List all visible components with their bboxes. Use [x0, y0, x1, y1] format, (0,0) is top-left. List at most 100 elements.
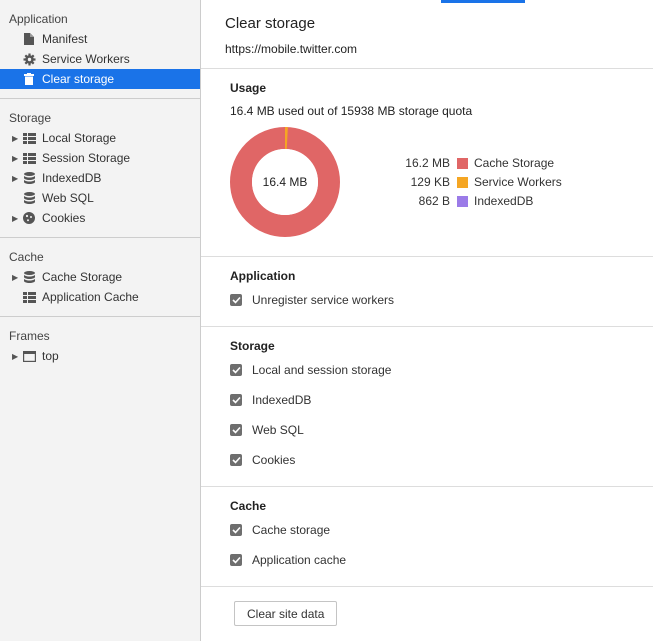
legend-size: 16.2 MB	[405, 156, 450, 170]
sidebar: Application Manifest Service Workers Cle…	[0, 0, 201, 641]
sidebar-item-label: Session Storage	[42, 151, 131, 165]
usage-legend: 16.2 MB Cache Storage 129 KB Service Wor…	[392, 154, 562, 211]
cache-heading: Cache	[230, 499, 267, 513]
sidebar-item-service-workers[interactable]: Service Workers	[0, 49, 200, 69]
grid-icon	[22, 131, 36, 145]
checkbox[interactable]	[230, 524, 242, 536]
database-icon	[22, 270, 36, 284]
legend-size: 862 B	[418, 194, 450, 208]
sidebar-heading-storage: Storage	[9, 111, 52, 125]
sidebar-item-label: Application Cache	[42, 290, 139, 304]
sidebar-section-storage: Storage ▶ Local Storage ▶ Session Storag…	[0, 108, 200, 238]
usage-section: Usage 16.4 MB used out of 15938 MB stora…	[201, 69, 653, 257]
expand-arrow-icon[interactable]: ▶	[12, 174, 22, 183]
expand-arrow-icon[interactable]: ▶	[12, 154, 22, 163]
checkbox[interactable]	[230, 554, 242, 566]
application-section: Application Unregister service workers	[201, 257, 653, 327]
sidebar-item-web-sql[interactable]: Web SQL	[0, 188, 200, 208]
checkbox-label: Web SQL	[252, 423, 304, 437]
sidebar-item-label: Service Workers	[42, 52, 130, 66]
sidebar-item-label: Clear storage	[42, 72, 115, 86]
sidebar-item-cookies[interactable]: ▶ Cookies	[0, 208, 200, 228]
checkbox-label: Cache storage	[252, 523, 331, 537]
sidebar-item-manifest[interactable]: Manifest	[0, 29, 200, 49]
legend-swatch	[457, 195, 468, 207]
sidebar-section-application: Application Manifest Service Workers Cle…	[0, 9, 200, 99]
legend-name: IndexedDB	[474, 194, 534, 208]
checkbox[interactable]	[230, 394, 242, 406]
checkbox-label: Local and session storage	[252, 363, 392, 377]
sidebar-item-label: Local Storage	[42, 131, 117, 145]
origin-url: https://mobile.twitter.com	[225, 42, 358, 56]
file-icon	[22, 32, 36, 46]
checkbox-label: IndexedDB	[252, 393, 312, 407]
sidebar-item-top-frame[interactable]: ▶ top	[0, 346, 200, 366]
database-icon	[22, 171, 36, 185]
page-title: Clear storage	[225, 15, 316, 32]
expand-arrow-icon[interactable]: ▶	[12, 273, 22, 282]
legend-name: Service Workers	[474, 175, 562, 189]
cookie-icon	[22, 211, 36, 225]
expand-arrow-icon[interactable]: ▶	[12, 352, 22, 361]
legend-swatch	[457, 176, 468, 188]
usage-donut-chart: 16.4 MB	[230, 126, 340, 237]
usage-body: 16.4 MB 16.2 MB Cache Storage 129 KB Ser…	[230, 126, 624, 237]
usage-heading: Usage	[230, 81, 267, 95]
checkbox-web-sql[interactable]: Web SQL	[230, 415, 624, 445]
sidebar-section-cache: Cache ▶ Cache Storage Application Cache	[0, 247, 200, 317]
quota-text: 16.4 MB used out of 15938 MB storage quo…	[230, 104, 473, 118]
checkbox-label: Application cache	[252, 553, 347, 567]
legend-row-indexeddb: 862 B IndexedDB	[392, 192, 562, 211]
checkbox[interactable]	[230, 364, 242, 376]
storage-section: Storage Local and session storage Indexe…	[201, 327, 653, 487]
grid-icon	[22, 290, 36, 304]
checkbox-unregister-service-workers[interactable]: Unregister service workers	[230, 285, 624, 315]
checkbox[interactable]	[230, 294, 242, 306]
legend-size: 129 KB	[410, 175, 450, 189]
checkbox-indexeddb[interactable]: IndexedDB	[230, 385, 624, 415]
clear-site-data-button[interactable]: Clear site data	[234, 601, 338, 626]
page-header: Clear storage https://mobile.twitter.com	[201, 0, 653, 69]
sidebar-item-application-cache[interactable]: Application Cache	[0, 287, 200, 307]
expand-arrow-icon[interactable]: ▶	[12, 134, 22, 143]
legend-swatch	[457, 157, 468, 169]
main-panel: Clear storage https://mobile.twitter.com…	[201, 0, 653, 641]
sidebar-item-cache-storage[interactable]: ▶ Cache Storage	[0, 267, 200, 287]
sidebar-item-label: IndexedDB	[42, 171, 102, 185]
sidebar-item-label: Cache Storage	[42, 270, 123, 284]
active-tab-indicator	[441, 0, 525, 3]
application-heading: Application	[230, 269, 296, 283]
frame-icon	[22, 349, 36, 363]
legend-row-service-workers: 129 KB Service Workers	[392, 173, 562, 192]
grid-icon	[22, 151, 36, 165]
sidebar-item-label: Web SQL	[42, 191, 94, 205]
database-icon	[22, 191, 36, 205]
checkbox-application-cache[interactable]: Application cache	[230, 545, 624, 575]
sidebar-section-frames: Frames ▶ top	[0, 326, 200, 375]
legend-name: Cache Storage	[474, 156, 555, 170]
cache-section: Cache Cache storage Application cache	[201, 487, 653, 587]
trash-icon	[22, 72, 36, 86]
expand-arrow-icon[interactable]: ▶	[12, 214, 22, 223]
sidebar-item-local-storage[interactable]: ▶ Local Storage	[0, 128, 200, 148]
checkbox-label: Unregister service workers	[252, 293, 395, 307]
checkbox-label: Cookies	[252, 453, 296, 467]
sidebar-item-label: Manifest	[42, 32, 88, 46]
checkbox[interactable]	[230, 424, 242, 436]
sidebar-heading-frames: Frames	[9, 329, 50, 343]
donut-total-label: 16.4 MB	[262, 175, 308, 189]
storage-heading: Storage	[230, 339, 275, 353]
sidebar-heading-application: Application	[9, 12, 68, 26]
checkbox-local-session-storage[interactable]: Local and session storage	[230, 355, 624, 385]
sidebar-item-label: top	[42, 349, 59, 363]
footer: Clear site data	[201, 587, 653, 640]
sidebar-item-clear-storage[interactable]: Clear storage	[0, 69, 200, 89]
checkbox-cache-storage[interactable]: Cache storage	[230, 515, 624, 545]
gear-icon	[22, 52, 36, 66]
checkbox-cookies[interactable]: Cookies	[230, 445, 624, 475]
sidebar-item-indexeddb[interactable]: ▶ IndexedDB	[0, 168, 200, 188]
sidebar-item-label: Cookies	[42, 211, 86, 225]
checkbox[interactable]	[230, 454, 242, 466]
sidebar-heading-cache: Cache	[9, 250, 44, 264]
sidebar-item-session-storage[interactable]: ▶ Session Storage	[0, 148, 200, 168]
